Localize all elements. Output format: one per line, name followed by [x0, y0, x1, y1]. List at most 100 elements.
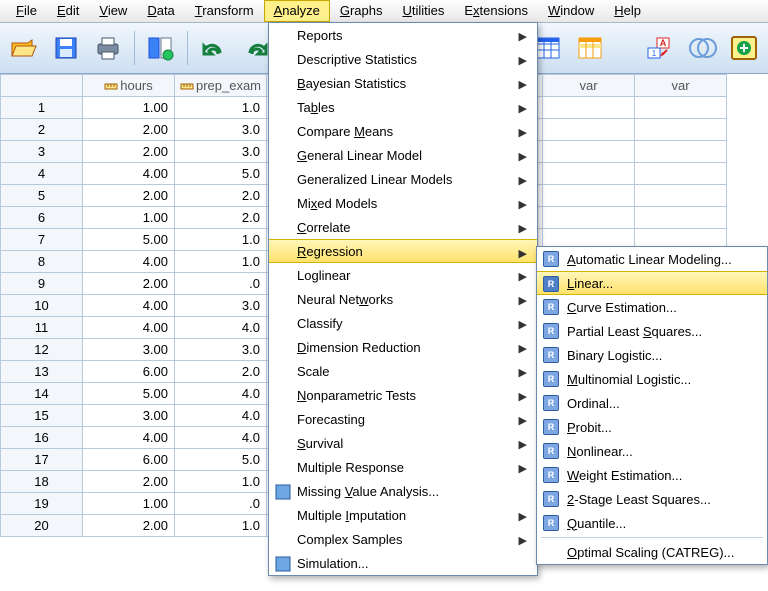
cell-hours[interactable]: 2.00: [83, 471, 175, 493]
menu-item-descriptive-statistics[interactable]: Descriptive Statistics▶: [269, 47, 537, 71]
cell-prep[interactable]: 1.0: [175, 251, 267, 273]
cell-prep[interactable]: 5.0: [175, 449, 267, 471]
column-header[interactable]: var: [543, 75, 635, 97]
menu-item-regression[interactable]: Regression▶: [269, 239, 537, 263]
cell-prep[interactable]: 4.0: [175, 405, 267, 427]
menu-item-simulation-[interactable]: Simulation...: [269, 551, 537, 575]
submenu-item-binary-logistic-[interactable]: Binary Logistic...: [537, 343, 767, 367]
cell-prep[interactable]: 5.0: [175, 163, 267, 185]
row-header[interactable]: 12: [1, 339, 83, 361]
menu-item-dimension-reduction[interactable]: Dimension Reduction▶: [269, 335, 537, 359]
cell-hours[interactable]: 5.00: [83, 229, 175, 251]
cell-prep[interactable]: 4.0: [175, 427, 267, 449]
print-icon[interactable]: [92, 32, 124, 64]
column-header[interactable]: var: [635, 75, 727, 97]
corner-cell[interactable]: [1, 75, 83, 97]
cell-prep[interactable]: 2.0: [175, 185, 267, 207]
row-header[interactable]: 1: [1, 97, 83, 119]
menu-transform[interactable]: Transform: [185, 0, 264, 22]
row-header[interactable]: 15: [1, 405, 83, 427]
menu-item-scale[interactable]: Scale▶: [269, 359, 537, 383]
menu-file[interactable]: File: [6, 0, 47, 22]
row-header[interactable]: 11: [1, 317, 83, 339]
menu-utilities[interactable]: Utilities: [392, 0, 454, 22]
cell-prep[interactable]: 1.0: [175, 97, 267, 119]
submenu-item-ordinal-[interactable]: Ordinal...: [537, 391, 767, 415]
menu-item-loglinear[interactable]: Loglinear▶: [269, 263, 537, 287]
submenu-item-multinomial-logistic-[interactable]: Multinomial Logistic...: [537, 367, 767, 391]
menu-extensions[interactable]: Extensions: [454, 0, 538, 22]
menu-item-survival[interactable]: Survival▶: [269, 431, 537, 455]
row-header[interactable]: 3: [1, 141, 83, 163]
row-header[interactable]: 6: [1, 207, 83, 229]
cell-hours[interactable]: 4.00: [83, 427, 175, 449]
cell-hours[interactable]: 3.00: [83, 339, 175, 361]
value-labels-icon[interactable]: A1: [644, 32, 676, 64]
cell-hours[interactable]: 6.00: [83, 449, 175, 471]
submenu-item-curve-estimation-[interactable]: Curve Estimation...: [537, 295, 767, 319]
menu-item-missing-value-analysis-[interactable]: Missing Value Analysis...: [269, 479, 537, 503]
menu-item-correlate[interactable]: Correlate▶: [269, 215, 537, 239]
column-header[interactable]: hours: [83, 75, 175, 97]
cell-hours[interactable]: 2.00: [83, 119, 175, 141]
menu-item-multiple-imputation[interactable]: Multiple Imputation▶: [269, 503, 537, 527]
cell-prep[interactable]: 4.0: [175, 317, 267, 339]
menu-item-general-linear-model[interactable]: General Linear Model▶: [269, 143, 537, 167]
cell-prep[interactable]: 1.0: [175, 471, 267, 493]
row-header[interactable]: 18: [1, 471, 83, 493]
cell-prep[interactable]: 1.0: [175, 229, 267, 251]
row-header[interactable]: 7: [1, 229, 83, 251]
menu-item-forecasting[interactable]: Forecasting▶: [269, 407, 537, 431]
menu-item-neural-networks[interactable]: Neural Networks▶: [269, 287, 537, 311]
cell-hours[interactable]: 5.00: [83, 383, 175, 405]
row-header[interactable]: 19: [1, 493, 83, 515]
cell-hours[interactable]: 4.00: [83, 295, 175, 317]
cell-hours[interactable]: 2.00: [83, 185, 175, 207]
menu-graphs[interactable]: Graphs: [330, 0, 393, 22]
cell-prep[interactable]: 2.0: [175, 361, 267, 383]
cell-prep[interactable]: 2.0: [175, 207, 267, 229]
menu-data[interactable]: Data: [137, 0, 184, 22]
cell-hours[interactable]: 1.00: [83, 493, 175, 515]
cell-hours[interactable]: 4.00: [83, 317, 175, 339]
cell-prep[interactable]: 3.0: [175, 339, 267, 361]
cell-hours[interactable]: 2.00: [83, 141, 175, 163]
submenu-item-partial-least-squares-[interactable]: Partial Least Squares...: [537, 319, 767, 343]
menu-item-tables[interactable]: Tables▶: [269, 95, 537, 119]
cell-prep[interactable]: 1.0: [175, 515, 267, 537]
row-header[interactable]: 14: [1, 383, 83, 405]
open-icon[interactable]: [8, 32, 40, 64]
submenu-item-linear-[interactable]: Linear...: [537, 271, 767, 295]
save-icon[interactable]: [50, 32, 82, 64]
cell-hours[interactable]: 4.00: [83, 163, 175, 185]
cell-hours[interactable]: 1.00: [83, 207, 175, 229]
menu-item-classify[interactable]: Classify▶: [269, 311, 537, 335]
menu-item-bayesian-statistics[interactable]: Bayesian Statistics▶: [269, 71, 537, 95]
submenu-item-weight-estimation-[interactable]: Weight Estimation...: [537, 463, 767, 487]
menu-window[interactable]: Window: [538, 0, 604, 22]
column-header[interactable]: prep_exam: [175, 75, 267, 97]
menu-help[interactable]: Help: [604, 0, 651, 22]
menu-item-compare-means[interactable]: Compare Means▶: [269, 119, 537, 143]
submenu-item-optimal-scaling-catreg-[interactable]: Optimal Scaling (CATREG)...: [537, 540, 767, 564]
row-header[interactable]: 17: [1, 449, 83, 471]
cell-hours[interactable]: 1.00: [83, 97, 175, 119]
undo-icon[interactable]: [198, 32, 230, 64]
submenu-item-nonlinear-[interactable]: Nonlinear...: [537, 439, 767, 463]
submenu-item-probit-[interactable]: Probit...: [537, 415, 767, 439]
submenu-item-quantile-[interactable]: Quantile...: [537, 511, 767, 535]
cell-hours[interactable]: 6.00: [83, 361, 175, 383]
cell-prep[interactable]: 3.0: [175, 119, 267, 141]
row-header[interactable]: 10: [1, 295, 83, 317]
cell-hours[interactable]: 2.00: [83, 515, 175, 537]
row-header[interactable]: 2: [1, 119, 83, 141]
menu-item-mixed-models[interactable]: Mixed Models▶: [269, 191, 537, 215]
cell-prep[interactable]: .0: [175, 273, 267, 295]
cell-prep[interactable]: 3.0: [175, 141, 267, 163]
menu-view[interactable]: View: [89, 0, 137, 22]
menu-edit[interactable]: Edit: [47, 0, 89, 22]
submenu-item-automatic-linear-modeling-[interactable]: Automatic Linear Modeling...: [537, 247, 767, 271]
add-icon[interactable]: [728, 32, 760, 64]
row-header[interactable]: 13: [1, 361, 83, 383]
grid-highlight-icon[interactable]: [574, 32, 606, 64]
